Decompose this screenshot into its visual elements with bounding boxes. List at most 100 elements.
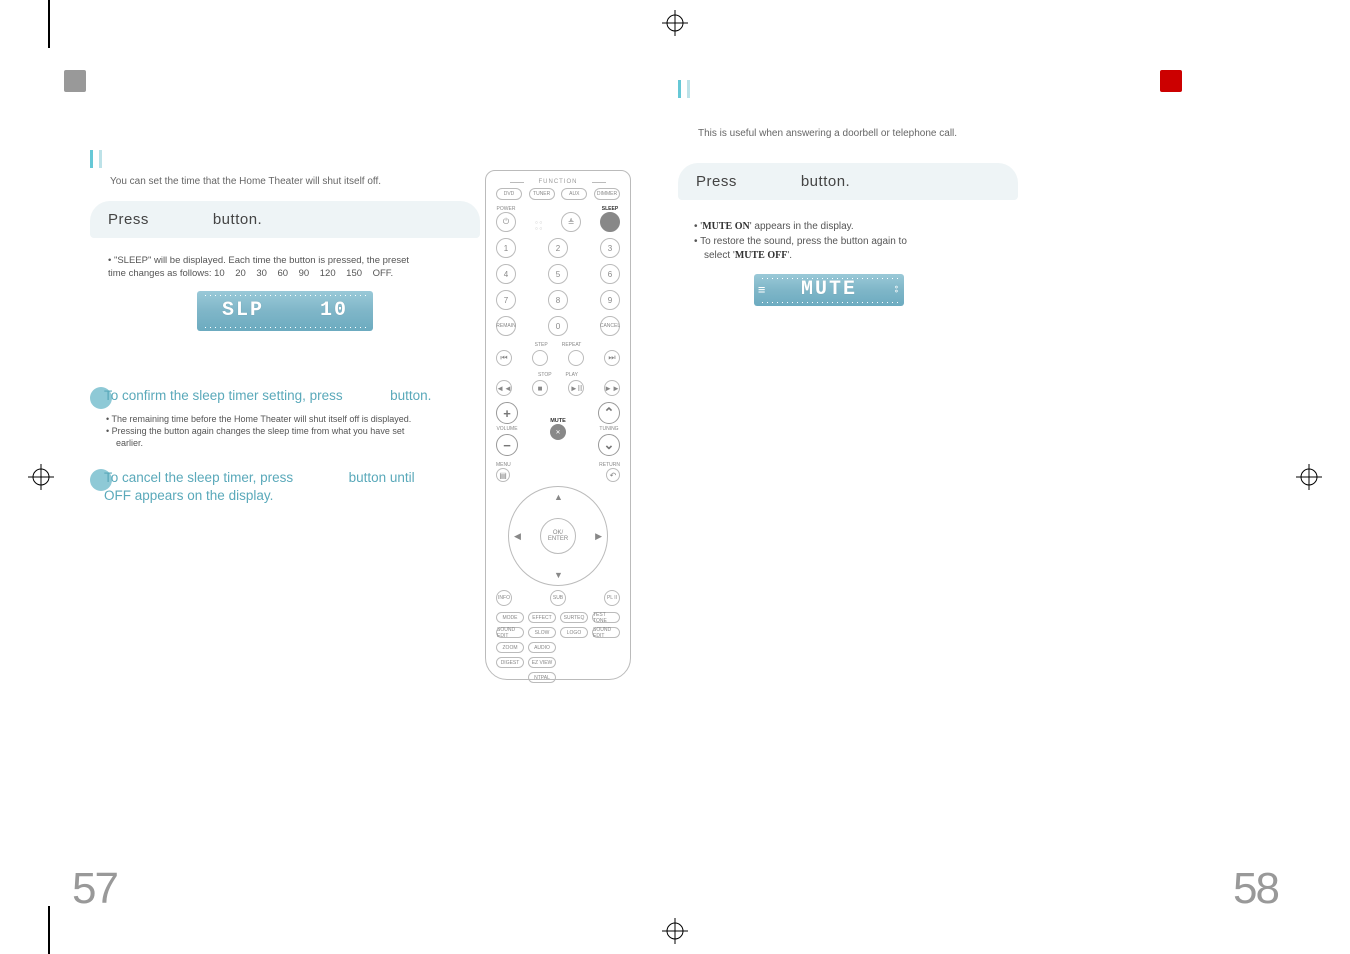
section-heading-right bbox=[678, 80, 1238, 98]
num-button: 3 bbox=[600, 238, 620, 258]
num-button: 8 bbox=[548, 290, 568, 310]
grid-button: EFFECT bbox=[528, 612, 556, 623]
tuning-down-icon: ⌄ bbox=[598, 434, 620, 456]
menu-button: ▤ bbox=[496, 468, 510, 482]
display-text: SLP 10 bbox=[222, 297, 348, 325]
step-box: Press button. bbox=[678, 163, 1018, 200]
tuning-up-icon: ⌃ bbox=[598, 402, 620, 424]
dpad: OK/ ENTER ▲ ▼ ◀ ▶ bbox=[508, 486, 608, 586]
bottom-button-grid: MODE EFFECT SURTEQ TEST TONE SOUND EDIT … bbox=[496, 612, 620, 683]
detail-line: • To restore the sound, press the button… bbox=[694, 235, 907, 250]
crop-mark bbox=[48, 0, 50, 48]
sleep-sequence: 10 20 30 60 90 120 150 OFF. bbox=[214, 268, 393, 279]
grid-button: SOUND EDIT bbox=[592, 627, 620, 638]
right-detail: • 'MUTE ON' appears in the display. • To… bbox=[694, 220, 1238, 306]
grid-button: ZOOM bbox=[496, 642, 524, 653]
registration-mark bbox=[662, 10, 688, 36]
repeat-button bbox=[568, 350, 584, 366]
detail-line: select 'MUTE OFF'. bbox=[704, 249, 792, 264]
play-label: PLAY bbox=[566, 372, 578, 378]
sub-heading: OFF appears on the display. bbox=[104, 488, 273, 503]
mute-label: MUTE bbox=[550, 418, 566, 424]
down-arrow-icon: ▼ bbox=[554, 570, 563, 580]
return-label: RETURN bbox=[599, 462, 620, 468]
display-side-icon: ⦂ bbox=[895, 282, 898, 298]
num-button: 4 bbox=[496, 264, 516, 284]
num-button: 7 bbox=[496, 290, 516, 310]
ffwd-icon: ►► bbox=[604, 380, 620, 396]
remote-aux-button: AUX bbox=[561, 188, 587, 200]
mute-icon: ✕ bbox=[550, 424, 566, 440]
grid-button: SURTEQ bbox=[560, 612, 588, 623]
grid-button: TEST TONE bbox=[592, 612, 620, 623]
skip-fwd-icon: ⏭ bbox=[604, 350, 620, 366]
sub-heading: To cancel the sleep timer, press bbox=[104, 470, 297, 485]
num-button: 9 bbox=[600, 290, 620, 310]
step-label: STEP bbox=[535, 342, 548, 348]
right-arrow-icon: ▶ bbox=[595, 531, 602, 542]
step-press-label: Press bbox=[108, 211, 149, 228]
subsection-confirm: To confirm the sleep timer setting, pres… bbox=[90, 387, 490, 449]
step-box: Press button. bbox=[90, 201, 480, 238]
repeat-label: REPEAT bbox=[562, 342, 582, 348]
grid-button: AUDIO bbox=[528, 642, 556, 653]
heading-bar-icon bbox=[678, 80, 681, 98]
detail-line: • 'MUTE ON' appears in the display. bbox=[694, 220, 854, 235]
num-button: 6 bbox=[600, 264, 620, 284]
grid-button: NTPAL bbox=[528, 672, 556, 683]
sub-detail-line: • The remaining time before the Home The… bbox=[106, 413, 490, 425]
volume-up-icon: + bbox=[496, 402, 518, 424]
stop-icon: ■ bbox=[532, 380, 548, 396]
return-button: ↶ bbox=[606, 468, 620, 482]
step-detail: • "SLEEP" will be displayed. Each time t… bbox=[90, 244, 480, 347]
sub-detail-line: earlier. bbox=[106, 437, 490, 449]
num-button: 5 bbox=[548, 264, 568, 284]
registration-mark bbox=[1296, 464, 1322, 490]
sub-heading: button. bbox=[386, 388, 431, 403]
sub-heading: button until bbox=[345, 470, 415, 485]
left-arrow-icon: ◀ bbox=[514, 531, 521, 542]
display-panel: ≡ MUTE ⦂ bbox=[754, 274, 904, 306]
grid-button: EZ VIEW bbox=[528, 657, 556, 668]
page-number: 57 bbox=[72, 864, 117, 914]
intro-text: This is useful when answering a doorbell… bbox=[698, 128, 1238, 139]
grid-button: LOGO bbox=[560, 627, 588, 638]
step-press-label: Press bbox=[696, 173, 737, 190]
step-detail-line: time changes as follows: bbox=[108, 268, 214, 279]
power-icon: ⏻ bbox=[496, 212, 516, 232]
power-label: POWER bbox=[496, 206, 516, 212]
heading-bar-icon bbox=[90, 150, 93, 168]
num-button: 2 bbox=[548, 238, 568, 258]
registration-mark bbox=[28, 464, 54, 490]
enter-button: OK/ ENTER bbox=[540, 518, 576, 554]
sub-button: SUB bbox=[550, 590, 566, 606]
grid-button: MODE bbox=[496, 612, 524, 623]
rewind-icon: ◄◄ bbox=[496, 380, 512, 396]
plii-button: PL II bbox=[604, 590, 620, 606]
grid-button: DIGEST bbox=[496, 657, 524, 668]
eject-icon: ≜ bbox=[561, 212, 581, 232]
step-button bbox=[532, 350, 548, 366]
heading-bar-icon bbox=[99, 150, 102, 168]
cancel-button: CANCEL bbox=[600, 316, 620, 336]
function-label: FUNCTION bbox=[496, 179, 620, 185]
sub-detail-line: • Pressing the button again changes the … bbox=[106, 425, 490, 437]
right-page: This is useful when answering a doorbell… bbox=[678, 80, 1238, 870]
heading-bar-icon bbox=[687, 80, 690, 98]
remote-tuner-button: TUNER bbox=[529, 188, 555, 200]
volume-down-icon: − bbox=[496, 434, 518, 456]
grid-button: SLOW bbox=[528, 627, 556, 638]
remote-dvd-button: DVD bbox=[496, 188, 522, 200]
num-button: 0 bbox=[548, 316, 568, 336]
tuning-label: TUNING bbox=[599, 426, 618, 432]
crop-mark bbox=[48, 906, 50, 954]
subsection-cancel: To cancel the sleep timer, press button … bbox=[90, 469, 490, 505]
step-detail-line: • "SLEEP" will be displayed. Each time t… bbox=[108, 254, 462, 267]
registration-mark bbox=[662, 918, 688, 944]
sleep-label: SLEEP bbox=[600, 206, 620, 212]
stop-label: STOP bbox=[538, 372, 552, 378]
color-swatch-gray bbox=[64, 70, 86, 92]
step-button-label: button. bbox=[801, 173, 850, 190]
display-side-icon: ≡ bbox=[758, 281, 765, 298]
remote-illustration: FUNCTION DVD TUNER AUX DIMMER POWER ⏻ ○ … bbox=[485, 170, 631, 680]
